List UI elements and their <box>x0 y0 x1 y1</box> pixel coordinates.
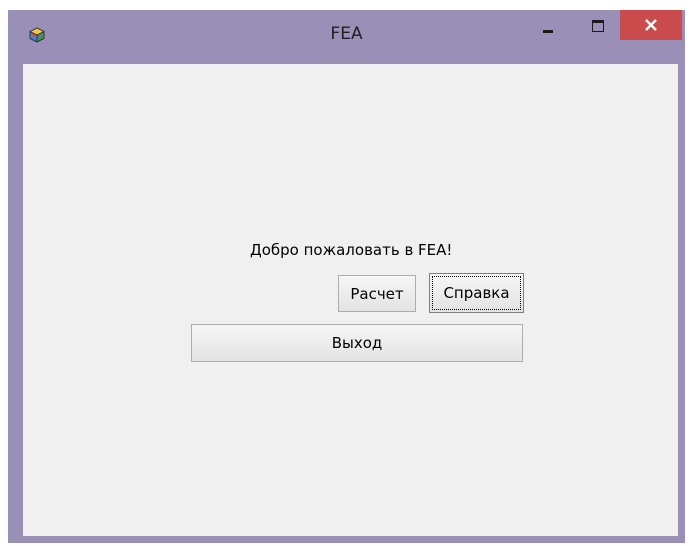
title-bar[interactable]: FEA <box>8 10 685 62</box>
close-icon <box>645 19 657 31</box>
help-button[interactable]: Справка <box>429 273 524 313</box>
app-window: FEA Добро пожаловать в FEA! Расчет Справ… <box>8 10 685 543</box>
welcome-label: Добро пожаловать в FEA! <box>250 241 453 259</box>
help-button-label: Справка <box>443 284 510 302</box>
client-area: Добро пожаловать в FEA! Расчет Справка В… <box>23 64 678 536</box>
maximize-button[interactable] <box>583 10 613 38</box>
minimize-button[interactable] <box>533 10 563 38</box>
close-button[interactable] <box>620 10 682 40</box>
minimize-icon <box>543 30 553 33</box>
maximize-icon <box>592 20 604 32</box>
exit-button[interactable]: Выход <box>191 324 523 362</box>
calculate-button[interactable]: Расчет <box>338 275 416 312</box>
app-cube-icon[interactable] <box>29 27 45 43</box>
